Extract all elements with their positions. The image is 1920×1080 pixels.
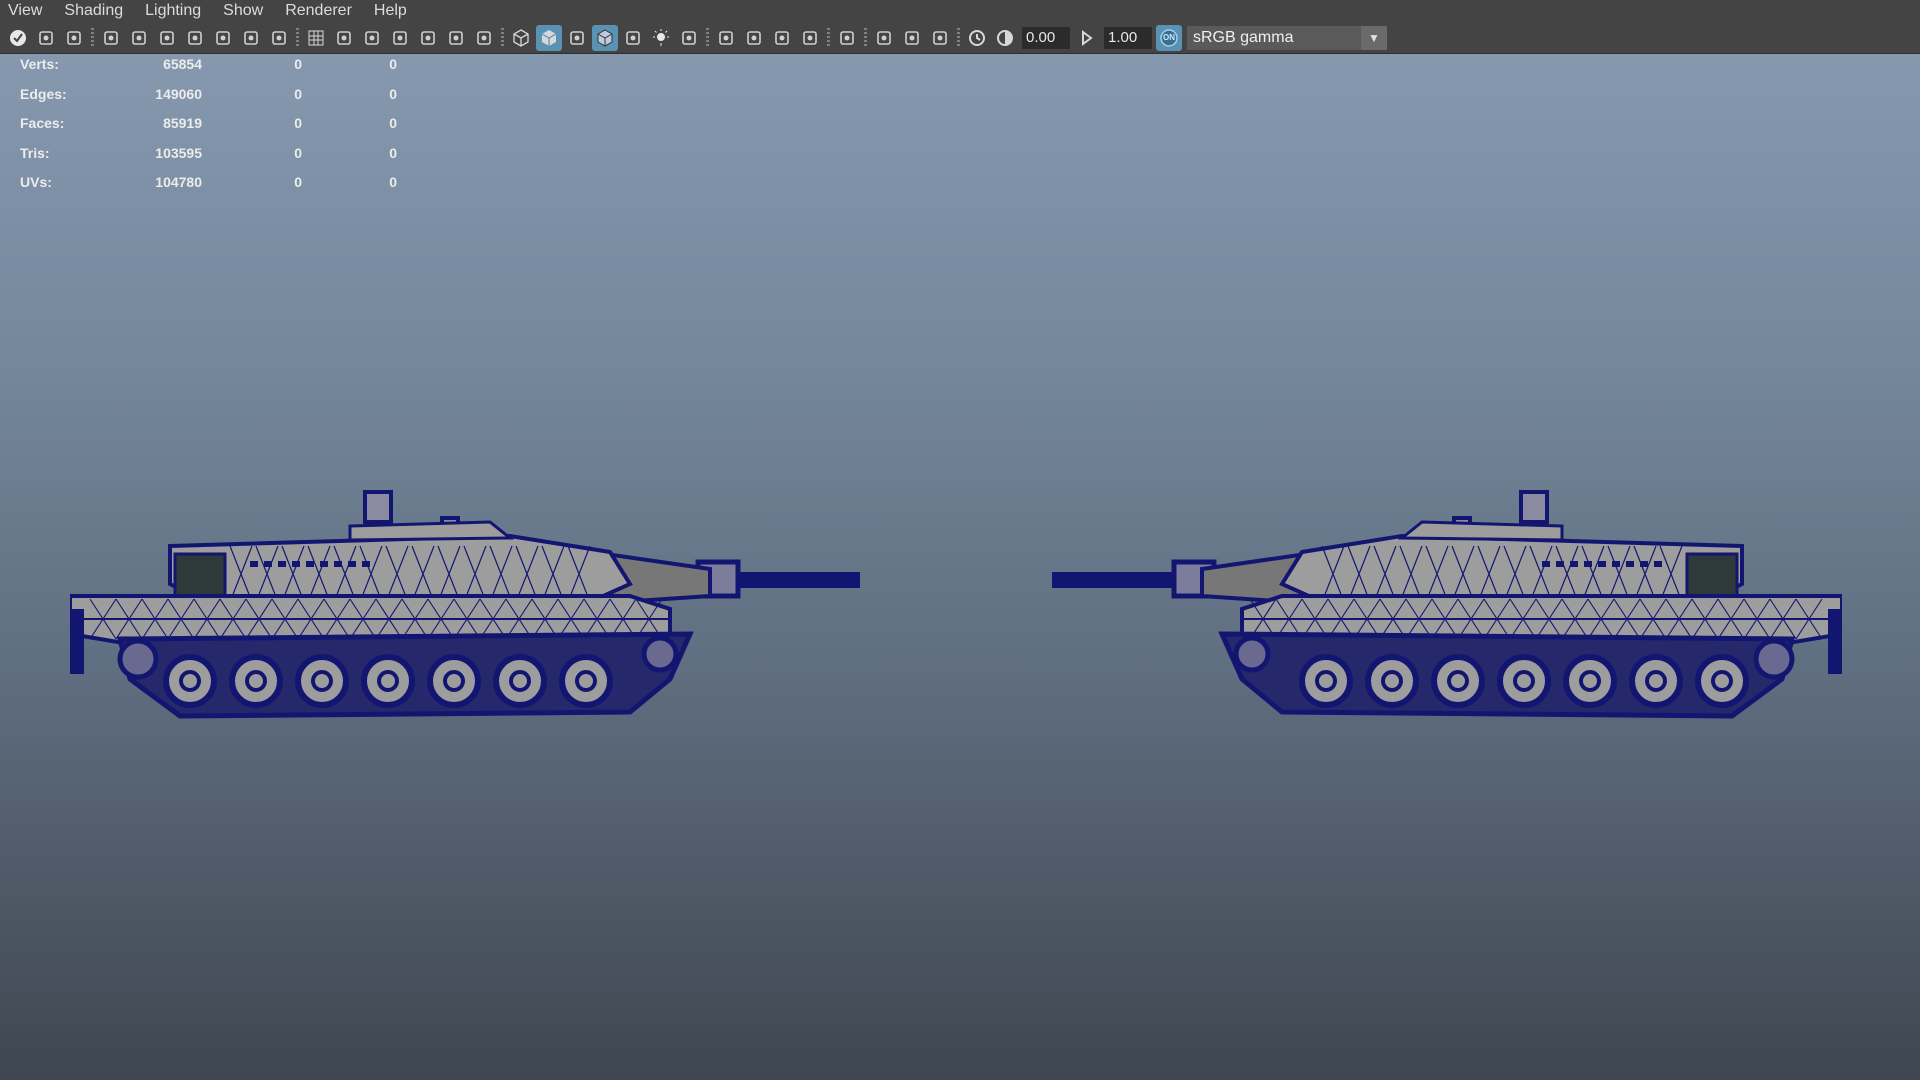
viewport[interactable]: Verts: 65854 0 0 Edges: 149060 0 0 Faces: 85919 0 0… [0,54,1920,1080]
field-chart-icon[interactable] [415,25,441,51]
exposure-icon[interactable] [964,25,990,51]
camera-lock-icon[interactable] [154,25,180,51]
default-material-icon[interactable] [564,25,590,51]
resolution-gate-icon[interactable] [359,25,385,51]
toolbar-separator [827,27,830,48]
tank-model-left[interactable] [70,434,890,754]
grid-icon[interactable] [303,25,329,51]
use-all-lights-icon[interactable] [648,25,674,51]
hud-triangles-value: 0 [389,174,397,190]
hud-total-value: 103595 [155,144,202,161]
menu-help[interactable]: Help [363,0,418,22]
textured-icon[interactable] [620,25,646,51]
tank-model-right[interactable] [1022,434,1842,754]
exposure-field[interactable]: 0.00 [1022,26,1070,49]
chevron-down-icon: ▼ [1361,25,1387,50]
toolbar-separator [296,27,299,48]
hud-total-value: 85919 [163,115,202,131]
hud-selected-value: 0 [294,174,302,190]
shadows-icon[interactable] [676,25,702,51]
camera-attributes-icon[interactable] [33,25,59,51]
gamma-field[interactable]: 1.00 [1104,26,1152,49]
hud-label: Tris: [20,144,50,161]
hud-selected-value: 0 [294,144,302,161]
hud-row: Faces: 85919 0 0 [20,113,400,143]
bookmark-icon[interactable] [61,25,87,51]
hud-triangles-value: 0 [389,85,397,102]
view-transform-dropdown[interactable]: sRGB gamma ▼ [1187,25,1387,50]
hud-selected-value: 0 [294,115,302,131]
menu-lighting[interactable]: Lighting [134,0,212,22]
wireframe-icon[interactable] [508,25,534,51]
image-plane-icon[interactable] [126,25,152,51]
film-gate-mask-icon[interactable] [331,25,357,51]
toolbar-separator [706,27,709,48]
grease-pencil-icon[interactable] [210,25,236,51]
depth-of-field-icon[interactable] [797,25,823,51]
menu-renderer[interactable]: Renderer [274,0,363,22]
hud-row: Edges: 149060 0 0 [20,84,400,114]
menu-bar: View Shading Lighting Show Renderer Help [0,0,1920,22]
toolbar-separator [957,27,960,48]
2d-pan-icon[interactable] [238,25,264,51]
smooth-shade-icon[interactable] [536,24,562,51]
toolbar-icon-group [4,24,991,51]
view-transform-value: sRGB gamma [1193,28,1294,46]
hud-row: Tris: 103595 0 0 [20,143,400,173]
hud-row: Verts: 65854 0 0 [20,54,400,84]
isolate-select-icon[interactable] [834,25,860,51]
anti-aliasing-icon[interactable] [769,25,795,51]
film-gate-icon[interactable] [98,25,124,51]
hud-label: Faces: [20,115,65,131]
hud-selected-value: 0 [294,85,302,102]
hud-label: UVs: [20,174,52,190]
color-management-badge: ON [1163,33,1175,42]
hud-triangles-value: 0 [389,144,397,161]
hud-selected-value: 0 [294,56,302,72]
paint-icon[interactable] [266,25,292,51]
wireframe-on-shaded-icon[interactable] [592,24,618,51]
poly-count-hud: Verts: 65854 0 0 Edges: 149060 0 0 Faces: 85919 0 0… [20,54,400,202]
hud-triangles-value: 0 [389,115,397,131]
bookmark-2-icon[interactable] [182,25,208,51]
toolbar-separator [501,27,504,48]
xray-joints-icon[interactable] [927,25,953,51]
color-management-toggle[interactable]: ON [1156,24,1182,51]
select-camera-icon[interactable] [5,25,31,51]
hud-row: UVs: 104780 0 0 [20,172,400,202]
toolbar-separator [864,27,867,48]
safe-action-icon[interactable] [443,25,469,51]
panel-toolbar: 0.00 1.00 ON sRGB gamma ▼ [0,22,1920,54]
menu-show[interactable]: Show [212,0,274,22]
xray-active-components-icon[interactable] [899,25,925,51]
menu-view[interactable]: View [0,0,53,22]
hud-label: Edges: [20,85,67,102]
hud-label: Verts: [20,56,59,72]
xray-icon[interactable] [871,25,897,51]
hud-total-value: 149060 [155,85,202,102]
toolbar-separator [91,27,94,48]
screen-space-ao-icon[interactable] [713,25,739,51]
hud-total-value: 65854 [163,56,202,72]
gamma-icon[interactable] [992,25,1018,51]
gate-mask-icon[interactable] [387,25,413,51]
gamma-toggle-icon[interactable] [1074,25,1100,51]
hud-triangles-value: 0 [389,56,397,72]
hud-total-value: 104780 [155,174,202,190]
menu-shading[interactable]: Shading [53,0,134,22]
safe-title-icon[interactable] [471,25,497,51]
motion-blur-icon[interactable] [741,25,767,51]
